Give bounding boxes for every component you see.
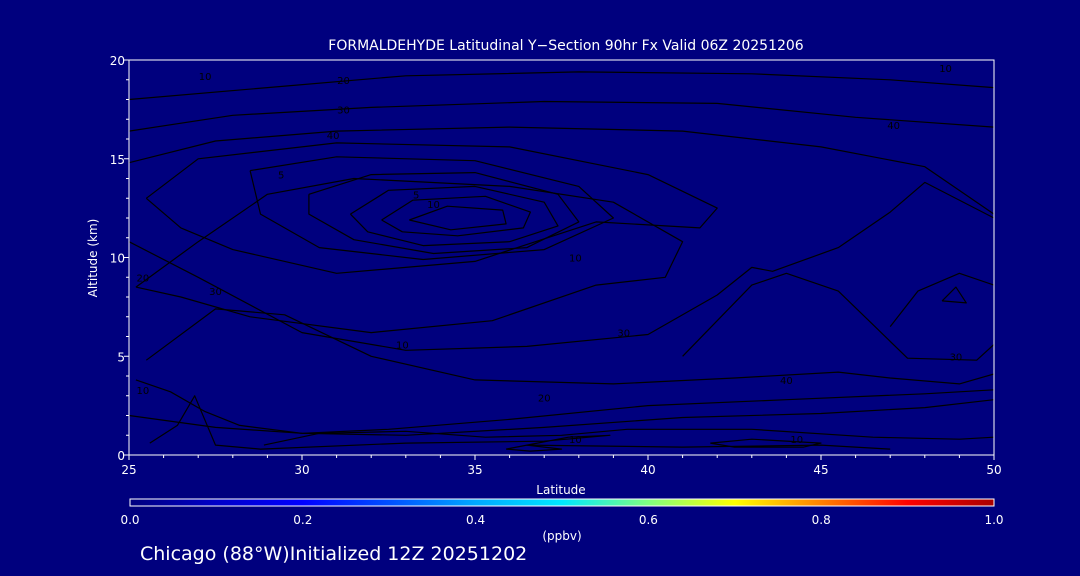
x-tick-label: 45 [813, 463, 828, 477]
y-tick-label: 20 [110, 54, 125, 68]
contour-label: 30 [209, 287, 222, 298]
contour-label: 10 [569, 254, 582, 265]
contour-label: 20 [136, 273, 149, 284]
colorbar-tick-label: 0.4 [466, 513, 485, 527]
field-region [129, 60, 994, 455]
y-axis-label: Altitude (km) [86, 219, 100, 298]
contour-label: 10 [569, 435, 582, 446]
contour-label: 40 [887, 121, 900, 132]
colorbar-tick-label: 1.0 [984, 513, 1003, 527]
contour-label: 10 [427, 200, 440, 211]
x-tick-label: 25 [121, 463, 136, 477]
contour-label: 10 [396, 340, 409, 351]
contour-label: 10 [790, 435, 803, 446]
contour-label: 30 [617, 329, 630, 340]
x-axis-label: Latitude [536, 483, 585, 497]
colorbar [129, 498, 995, 507]
chart-title: FORMALDEHYDE Latitudinal Y−Section 90hr … [328, 38, 804, 54]
x-axis-ticks: 25 30 35 40 45 50 [121, 455, 1002, 477]
x-tick-label: 40 [640, 463, 655, 477]
y-tick-label: 0 [117, 449, 125, 463]
colorbar-tick-label: 0.6 [639, 513, 658, 527]
colorbar-unit-label: (ppbv) [542, 529, 581, 543]
contour-label: 5 [413, 190, 419, 201]
contour-label: 5 [278, 171, 284, 182]
x-tick-label: 50 [986, 463, 1001, 477]
y-tick-label: 10 [110, 252, 125, 266]
footer-init-text: Chicago (88°W)Initialized 12Z 20251202 [140, 543, 528, 565]
contour-label: 30 [337, 105, 350, 116]
contour-label: 10 [939, 64, 952, 75]
contour-label: 40 [780, 376, 793, 387]
chart-canvas: FORMALDEHYDE Latitudinal Y−Section 90hr … [86, 38, 1004, 543]
colorbar-tick-label: 0.8 [812, 513, 831, 527]
colorbar-tick-label: 0.2 [293, 513, 312, 527]
contour-label: 10 [199, 72, 212, 83]
contour-label: 10 [136, 386, 149, 397]
concentration-field [129, 60, 994, 455]
contour-label: 20 [337, 76, 350, 87]
x-tick-label: 35 [467, 463, 482, 477]
colorbar-ticks: 0.0 0.2 0.4 0.6 0.8 1.0 [120, 513, 1003, 527]
x-tick-label: 30 [294, 463, 309, 477]
contour-label: 40 [327, 131, 340, 142]
contour-label: 20 [538, 394, 551, 405]
y-tick-label: 5 [117, 350, 125, 364]
contour-label: 30 [950, 352, 963, 363]
y-axis-ticks: 0 5 10 15 20 [110, 54, 129, 463]
y-tick-label: 15 [110, 153, 125, 167]
colorbar-tick-label: 0.0 [120, 513, 139, 527]
